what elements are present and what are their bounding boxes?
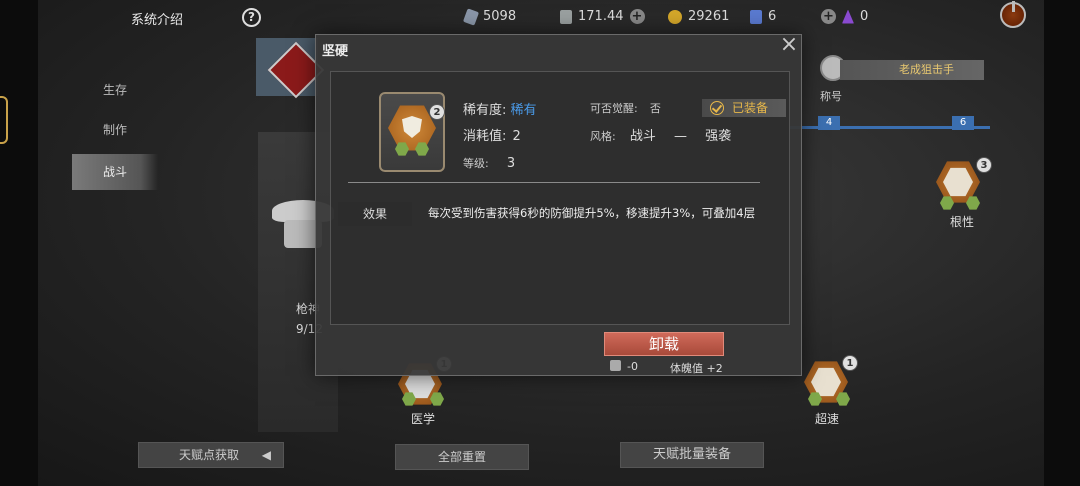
batch-equip-button[interactable]: 天赋批量装备 [620,442,764,468]
rarity-row: 稀有度: 稀有 [463,99,537,118]
title-label: 称号 [820,90,842,103]
skill-medicine-label: 医学 [410,412,435,426]
equipped-label: 已装备 [732,101,769,115]
caret-left-icon: ◀ [261,448,271,462]
awaken-row: 可否觉醒: 否 [590,100,661,116]
close-icon[interactable]: × [779,34,799,56]
equipped-badge: 已装备 [702,99,786,117]
skill-overspeed-level: 1 [842,355,858,371]
talent-acquire-button[interactable]: 天赋点获取 ◀ [138,442,284,468]
cost-value: 2 [512,129,521,144]
rarity-value: 稀有 [510,103,537,118]
rarity-label: 稀有度: [463,103,507,118]
cards-value: 6 [768,9,777,24]
item-level-badge: 2 [429,104,445,120]
level-label: 等级: [463,157,489,170]
gem-stat: -0 [610,360,638,373]
style-dash: — [674,129,688,144]
cash-value: 5098 [483,9,517,24]
bills-icon [560,9,572,24]
right-edge [1044,0,1080,486]
cost-row: 消耗值: 2 [463,125,521,144]
crystal-icon [842,9,854,24]
awaken-label: 可否觉醒: [590,102,638,115]
style-value-assault: 强袭 [705,129,732,144]
gem-icon [610,360,621,371]
talent-item-frame: 2 [379,92,445,172]
top-bar: 系统介绍 ? 5098 171.44 + 29261 6 + 0 [38,0,1044,34]
resource-crystal: + 0 [821,9,868,24]
cost-label: 消耗值: [463,129,507,144]
track-node: 6 [952,116,974,130]
talent-acquire-label: 天赋点获取 [179,448,240,462]
resource-cash: 5098 [462,7,517,26]
side-drawer-handle[interactable] [0,96,8,144]
awaken-value: 否 [649,102,661,115]
style-row: 风格: 战斗 — 强袭 [590,125,731,144]
skill-grit-level: 3 [976,157,992,173]
help-icon[interactable]: ? [242,8,261,27]
physique-stat: 体魄值 +2 [670,362,723,375]
nav-combat[interactable]: 战斗 [72,154,158,190]
resource-bills: 171.44 + [560,9,645,24]
divider [348,182,760,183]
resource-coins: 29261 [668,9,729,24]
nickname-bar[interactable]: 老成狙击手 [840,60,984,80]
tree-icon [943,167,973,197]
modal-title: 坚硬 [322,44,349,59]
skill-overspeed-label: 超速 [814,412,839,426]
resource-cards: 6 [750,9,776,24]
game-screen: 系统介绍 ? 5098 171.44 + 29261 6 + 0 生存 制作 战… [0,0,1080,486]
style-label: 风格: [590,130,616,143]
add-bills-icon[interactable]: + [629,9,645,24]
power-icon[interactable] [1000,1,1026,28]
check-icon [710,101,724,115]
effect-label: 效果 [338,202,412,226]
bills-value: 171.44 [578,9,624,24]
level-value: 3 [506,156,516,171]
style-value-combat: 战斗 [629,129,656,144]
skill-grit-label: 根性 [949,215,974,229]
level-row: 等级: 3 [463,155,515,171]
track-node: 4 [818,116,840,130]
card-icon [750,9,762,24]
add-crystal-icon[interactable]: + [821,9,836,24]
nav-crafting[interactable]: 制作 [72,112,158,148]
shield-icon [402,116,422,138]
cash-icon [462,7,480,26]
gem-stat-value: -0 [627,360,638,373]
coin-icon [668,9,682,24]
reset-all-button[interactable]: 全部重置 [395,444,529,470]
left-edge [0,0,38,486]
unload-button[interactable]: 卸载 [604,332,724,356]
nav-survival[interactable]: 生存 [72,72,158,108]
coins-value: 29261 [688,9,730,24]
system-intro-title[interactable]: 系统介绍 [131,9,183,28]
effect-text: 每次受到伤害获得6秒的防御提升5%，移速提升3%，可叠加4层 [428,206,756,220]
crystal-value: 0 [860,9,869,24]
